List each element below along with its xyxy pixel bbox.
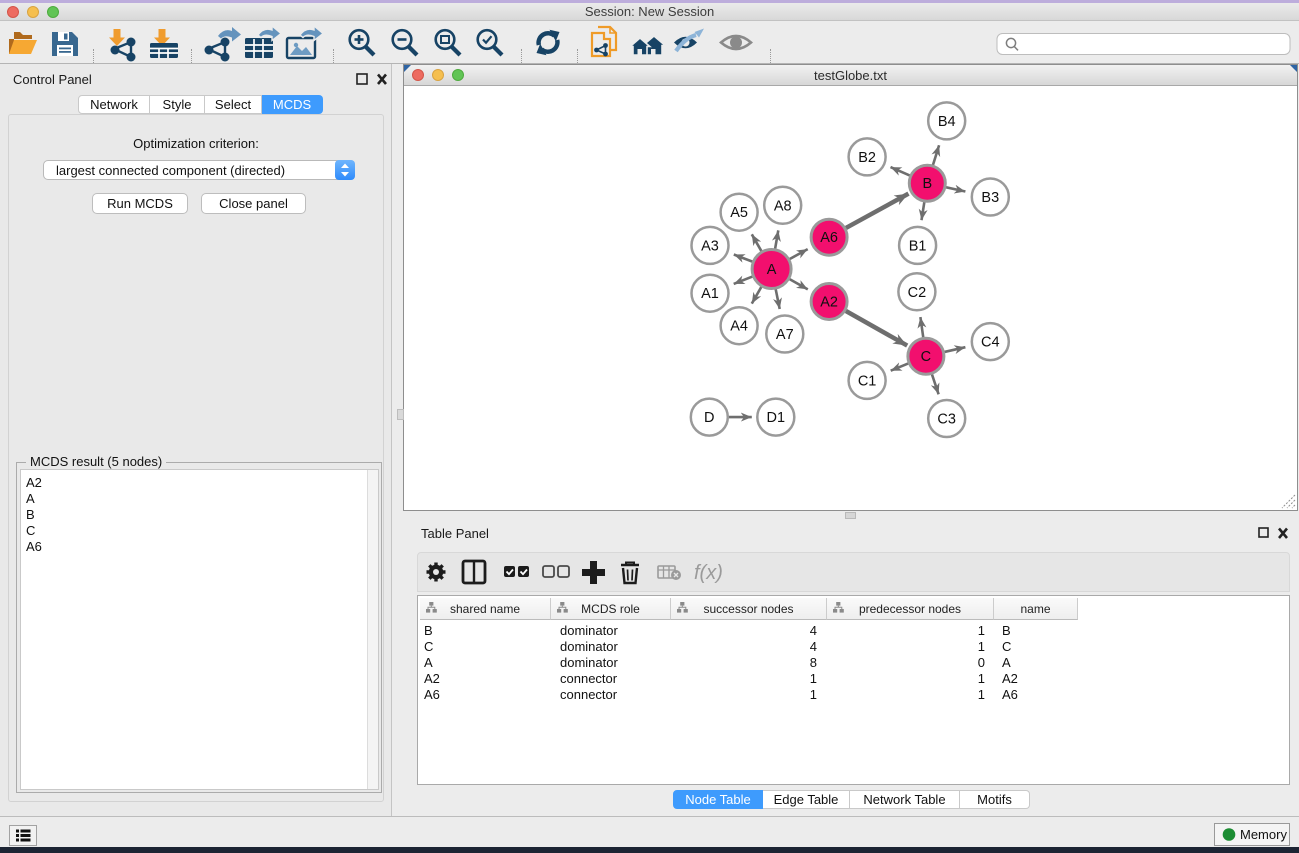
svg-text:C4: C4 xyxy=(981,335,1000,351)
svg-text:B1: B1 xyxy=(909,238,927,254)
svg-text:B3: B3 xyxy=(981,190,999,206)
svg-text:C3: C3 xyxy=(937,412,956,428)
svg-text:A: A xyxy=(767,262,777,278)
svg-text:C2: C2 xyxy=(908,285,927,301)
svg-text:A8: A8 xyxy=(774,198,792,214)
svg-text:B2: B2 xyxy=(858,150,876,166)
svg-text:C: C xyxy=(921,349,931,365)
svg-text:A4: A4 xyxy=(730,319,748,335)
svg-text:A6: A6 xyxy=(820,230,838,246)
svg-text:Memory: Memory xyxy=(1240,827,1287,842)
svg-text:A7: A7 xyxy=(776,327,794,343)
svg-text:A3: A3 xyxy=(701,238,719,254)
svg-text:D: D xyxy=(704,410,714,426)
svg-text:D1: D1 xyxy=(767,410,786,426)
svg-text:A1: A1 xyxy=(701,286,719,302)
svg-text:A5: A5 xyxy=(730,205,748,221)
svg-text:A2: A2 xyxy=(820,295,838,311)
svg-text:B: B xyxy=(922,176,932,192)
svg-text:B4: B4 xyxy=(938,114,956,130)
svg-text:C1: C1 xyxy=(858,373,877,389)
svg-text:f(x): f(x) xyxy=(694,562,723,584)
